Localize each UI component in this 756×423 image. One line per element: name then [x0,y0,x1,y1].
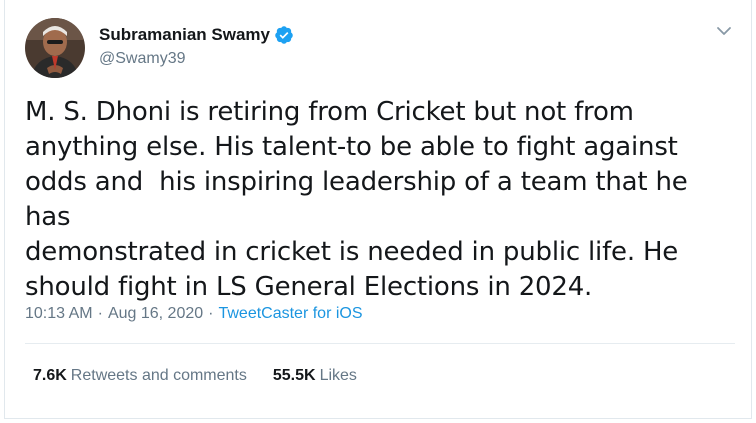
retweets-label: Retweets and comments [70,367,247,384]
verified-badge-icon [274,25,294,45]
meta-separator: · [208,305,214,322]
tweet-meta: 10:13 AM · Aug 16, 2020 · TweetCaster fo… [25,304,363,324]
tweet-date[interactable]: Aug 16, 2020 [108,304,203,324]
avatar[interactable] [25,18,85,78]
user-handle[interactable]: @Swamy39 [99,49,294,69]
retweets-count: 7.6K [33,367,67,384]
tweet-time[interactable]: 10:13 AM [25,304,93,324]
tweet-text: M. S. Dhoni is retiring from Cricket but… [25,97,688,302]
tweet-stats: 7.6K Retweets and comments 55.5K Likes [33,366,383,386]
likes-stat[interactable]: 55.5K Likes [273,366,357,386]
divider [25,343,735,344]
likes-count: 55.5K [272,367,316,384]
display-name[interactable]: Subramanian Swamy [99,25,270,45]
tweet-header: Subramanian Swamy @Swamy39 [25,18,294,78]
name-row: Subramanian Swamy [99,25,294,45]
meta-separator: · [97,305,103,322]
retweets-stat[interactable]: 7.6K Retweets and comments [33,366,247,386]
tweet-source-link[interactable]: TweetCaster for iOS [218,304,362,324]
user-names: Subramanian Swamy @Swamy39 [99,25,294,69]
likes-label: Likes [319,367,357,384]
chevron-down-icon[interactable] [715,24,733,38]
tweet-card: Subramanian Swamy @Swamy39 M. S. Dhoni i… [4,0,752,419]
